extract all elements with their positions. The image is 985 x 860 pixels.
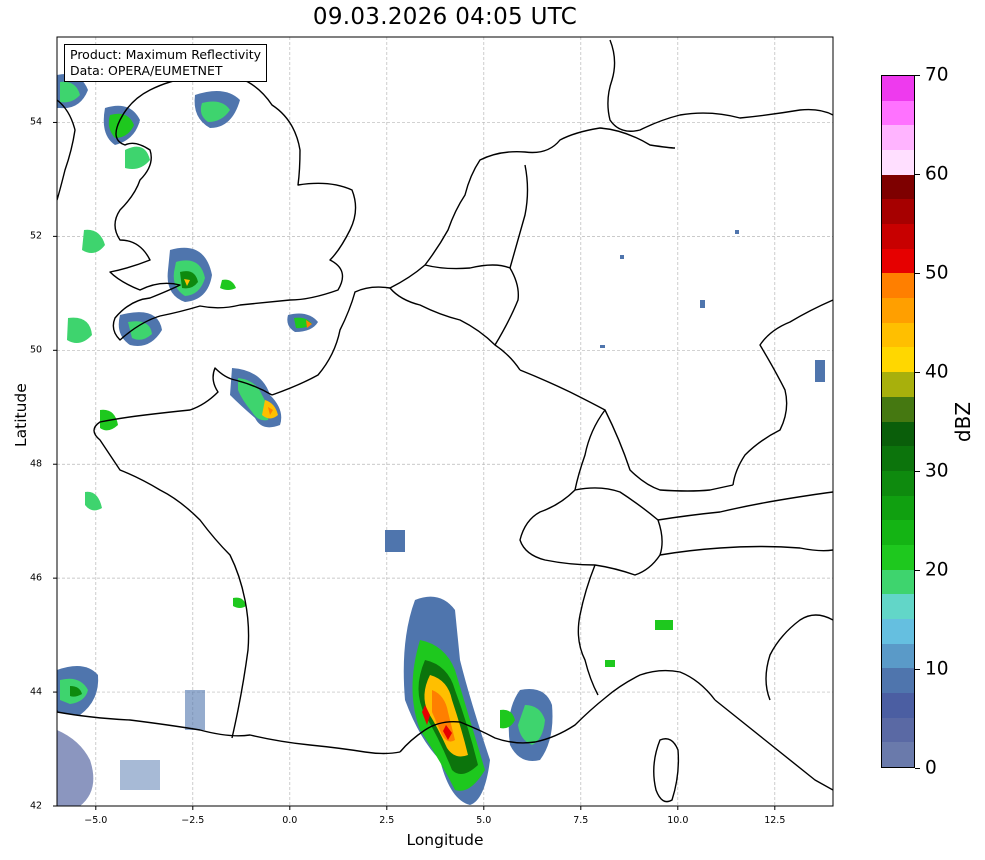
precipitation-layer xyxy=(57,74,825,806)
precip-cell-cornwall xyxy=(67,312,246,608)
x-axis-label: Longitude xyxy=(406,831,484,849)
border-germany-south xyxy=(604,409,734,492)
data-source-label: Data: OPERA/EUMETNET xyxy=(70,63,223,78)
colorbar-segment xyxy=(882,495,914,521)
colorbar-tick-label: 20 xyxy=(925,559,949,581)
colorbar-segment xyxy=(882,273,914,299)
colorbar-segment xyxy=(882,470,914,496)
colorbar-label: dBZ xyxy=(951,401,975,443)
colorbar-segment xyxy=(882,372,914,397)
x-tick-label: 7.5 xyxy=(573,815,589,826)
x-tick-label: 10.0 xyxy=(667,815,689,826)
precip-cell-dover xyxy=(287,313,318,332)
colorbar-segment xyxy=(882,569,914,595)
coastline-denmark xyxy=(607,39,833,132)
border-germany-west xyxy=(509,164,529,269)
colorbar-segment xyxy=(882,544,914,570)
colorbar-tick-label: 30 xyxy=(925,460,949,482)
colorbar-tickmark xyxy=(915,570,920,571)
y-tick-label: 48 xyxy=(30,458,43,470)
colorbar-segment xyxy=(882,248,914,274)
colorbar-tickmark xyxy=(915,768,920,769)
y-axis-label: Latitude xyxy=(12,383,30,447)
colorbar-segment xyxy=(882,199,914,225)
colorbar-tickmark xyxy=(915,372,920,373)
x-tick-label: 2.5 xyxy=(379,815,395,826)
coastline-north-sea xyxy=(389,127,676,289)
colorbar-segment xyxy=(882,643,914,669)
colorbar-segment xyxy=(882,76,914,101)
border-belgium-france xyxy=(389,287,521,371)
border-germany-czech xyxy=(732,299,833,486)
x-tick-label: −2.5 xyxy=(181,815,205,826)
colorbar-tickmark xyxy=(915,471,920,472)
colorbar-segment xyxy=(882,446,914,471)
y-tick-label: 50 xyxy=(30,344,43,356)
colorbar-segment xyxy=(882,618,914,644)
colorbar-segment xyxy=(882,396,914,422)
precip-cell-bristol xyxy=(82,229,236,302)
border-austria xyxy=(657,491,833,521)
product-label: Product: Maximum Reflectivity xyxy=(70,47,262,62)
y-tick-label: 54 xyxy=(30,116,43,128)
colorbar-tick-label: 60 xyxy=(925,163,949,185)
y-tick-label: 42 xyxy=(30,800,43,812)
colorbar-tick-label: 50 xyxy=(925,262,949,284)
colorbar-segment xyxy=(882,298,914,323)
radar-map xyxy=(53,36,834,810)
colorbar-segment xyxy=(882,668,914,693)
colorbar-segment xyxy=(882,322,914,348)
colorbar-tickmark xyxy=(915,273,920,274)
colorbar-segment xyxy=(882,100,914,126)
product-info-box: Product: Maximum Reflectivity Data: OPER… xyxy=(64,44,268,82)
y-tick-label: 52 xyxy=(30,230,43,242)
border-france-germany xyxy=(519,369,606,491)
colorbar-segment xyxy=(882,150,914,175)
border-germany-lux xyxy=(494,267,520,346)
colorbar-segment xyxy=(882,347,914,373)
colorbar-tick-label: 40 xyxy=(925,361,949,383)
colorbar-segment xyxy=(882,174,914,200)
y-tick-label: 44 xyxy=(30,686,43,698)
coastline-italy xyxy=(714,699,833,791)
colorbar-tickmark xyxy=(915,174,920,175)
coastline-ireland xyxy=(57,99,76,201)
precip-cell-normandy xyxy=(230,368,282,428)
colorbar xyxy=(881,75,915,768)
precip-cell-provence xyxy=(500,689,553,761)
coastline-corsica xyxy=(653,738,680,803)
colorbar-tick-label: 70 xyxy=(925,64,949,86)
border-spain xyxy=(57,711,401,755)
border-belgium-netherlands xyxy=(424,264,511,270)
colorbar-segment xyxy=(882,692,914,718)
x-tick-label: 12.5 xyxy=(764,815,786,826)
colorbar-segment xyxy=(882,421,914,447)
x-tick-label: 5.0 xyxy=(476,815,492,826)
colorbar-tickmark xyxy=(915,75,920,76)
coastline-france xyxy=(93,367,273,739)
colorbar-segment xyxy=(882,125,914,151)
x-tick-label: −5.0 xyxy=(84,815,108,826)
colorbar-segment xyxy=(882,717,914,743)
colorbar-segment xyxy=(882,594,914,619)
border-italy-austria xyxy=(659,545,833,556)
colorbar-segment xyxy=(882,742,914,767)
precip-cell-irish-sea xyxy=(57,74,240,169)
border-switzerland xyxy=(519,487,663,576)
precip-cell-rhone xyxy=(403,596,490,805)
colorbar-tick-label: 0 xyxy=(925,757,937,779)
coastline-adriatic xyxy=(765,614,833,701)
border-france-italy xyxy=(577,564,599,696)
y-tick-label: 46 xyxy=(30,572,43,584)
colorbar-tickmark xyxy=(915,669,920,670)
precip-cell-biscay xyxy=(57,666,99,806)
x-tick-label: 0.0 xyxy=(282,815,298,826)
colorbar-segment xyxy=(882,224,914,249)
colorbar-segment xyxy=(882,520,914,545)
colorbar-tick-label: 10 xyxy=(925,658,949,680)
